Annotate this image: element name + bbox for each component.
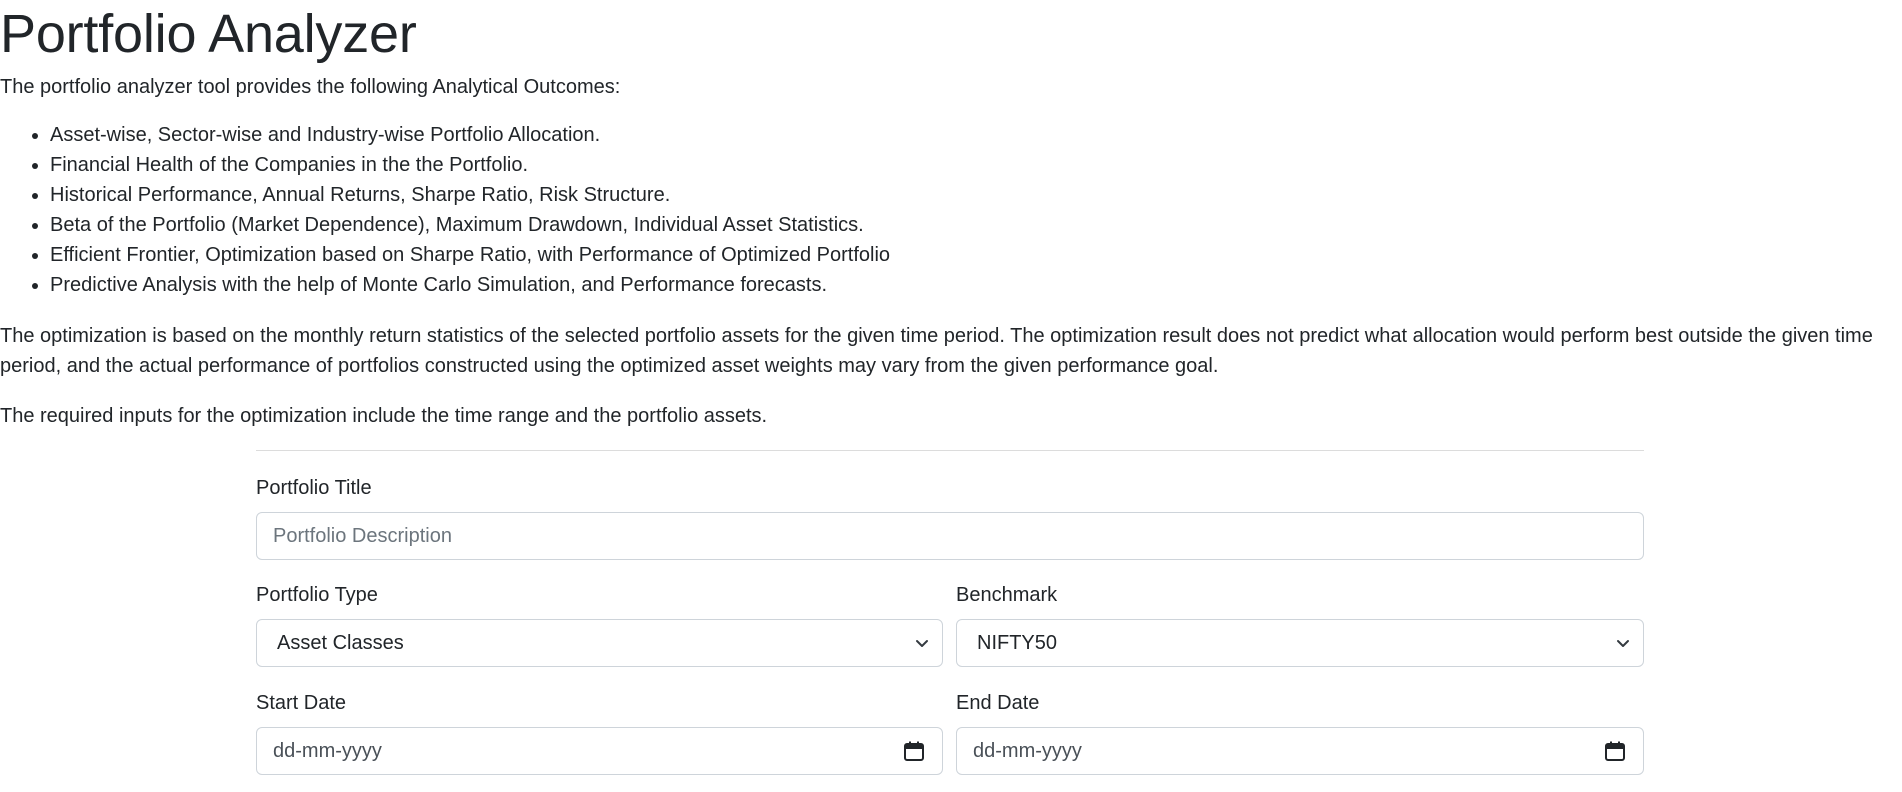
intro-text: The portfolio analyzer tool provides the… — [0, 76, 621, 98]
start-date-field[interactable]: dd-mm-yyyy — [256, 727, 943, 775]
portfolio-type-label: Portfolio Type — [256, 584, 378, 606]
portfolio-title-label: Portfolio Title — [256, 477, 372, 499]
benchmark-select[interactable]: NIFTY50 — [956, 619, 1644, 667]
chevron-down-icon — [908, 635, 936, 651]
divider — [256, 450, 1644, 451]
list-item: Predictive Analysis with the help of Mon… — [50, 270, 890, 300]
start-date-label: Start Date — [256, 692, 347, 714]
page: Portfolio Analyzer The portfolio analyze… — [0, 0, 1902, 792]
calendar-icon[interactable] — [898, 740, 930, 762]
portfolio-title-field[interactable] — [256, 512, 1644, 560]
list-item: Efficient Frontier, Optimization based o… — [50, 240, 890, 270]
portfolio-type-value: Asset Classes — [277, 631, 404, 654]
chevron-down-icon — [1609, 635, 1637, 651]
end-date-label: End Date — [956, 692, 1040, 714]
outcomes-list: Asset-wise, Sector-wise and Industry-wis… — [0, 120, 890, 300]
portfolio-title-input[interactable] — [257, 524, 1643, 548]
benchmark-label: Benchmark — [956, 584, 1058, 606]
start-date-placeholder: dd-mm-yyyy — [273, 739, 382, 762]
page-title: Portfolio Analyzer — [0, 4, 417, 64]
list-item: Beta of the Portfolio (Market Dependence… — [50, 210, 890, 240]
list-item: Asset-wise, Sector-wise and Industry-wis… — [50, 120, 890, 150]
end-date-field[interactable]: dd-mm-yyyy — [956, 727, 1644, 775]
end-date-placeholder: dd-mm-yyyy — [973, 739, 1082, 762]
required-inputs-text: The required inputs for the optimization… — [0, 405, 768, 427]
list-item: Financial Health of the Companies in the… — [50, 150, 890, 180]
optimization-description: The optimization is based on the monthly… — [0, 325, 1873, 377]
benchmark-value: NIFTY50 — [977, 631, 1058, 654]
list-item: Historical Performance, Annual Returns, … — [50, 180, 890, 210]
calendar-icon[interactable] — [1599, 740, 1631, 762]
portfolio-type-select[interactable]: Asset Classes — [256, 619, 943, 667]
